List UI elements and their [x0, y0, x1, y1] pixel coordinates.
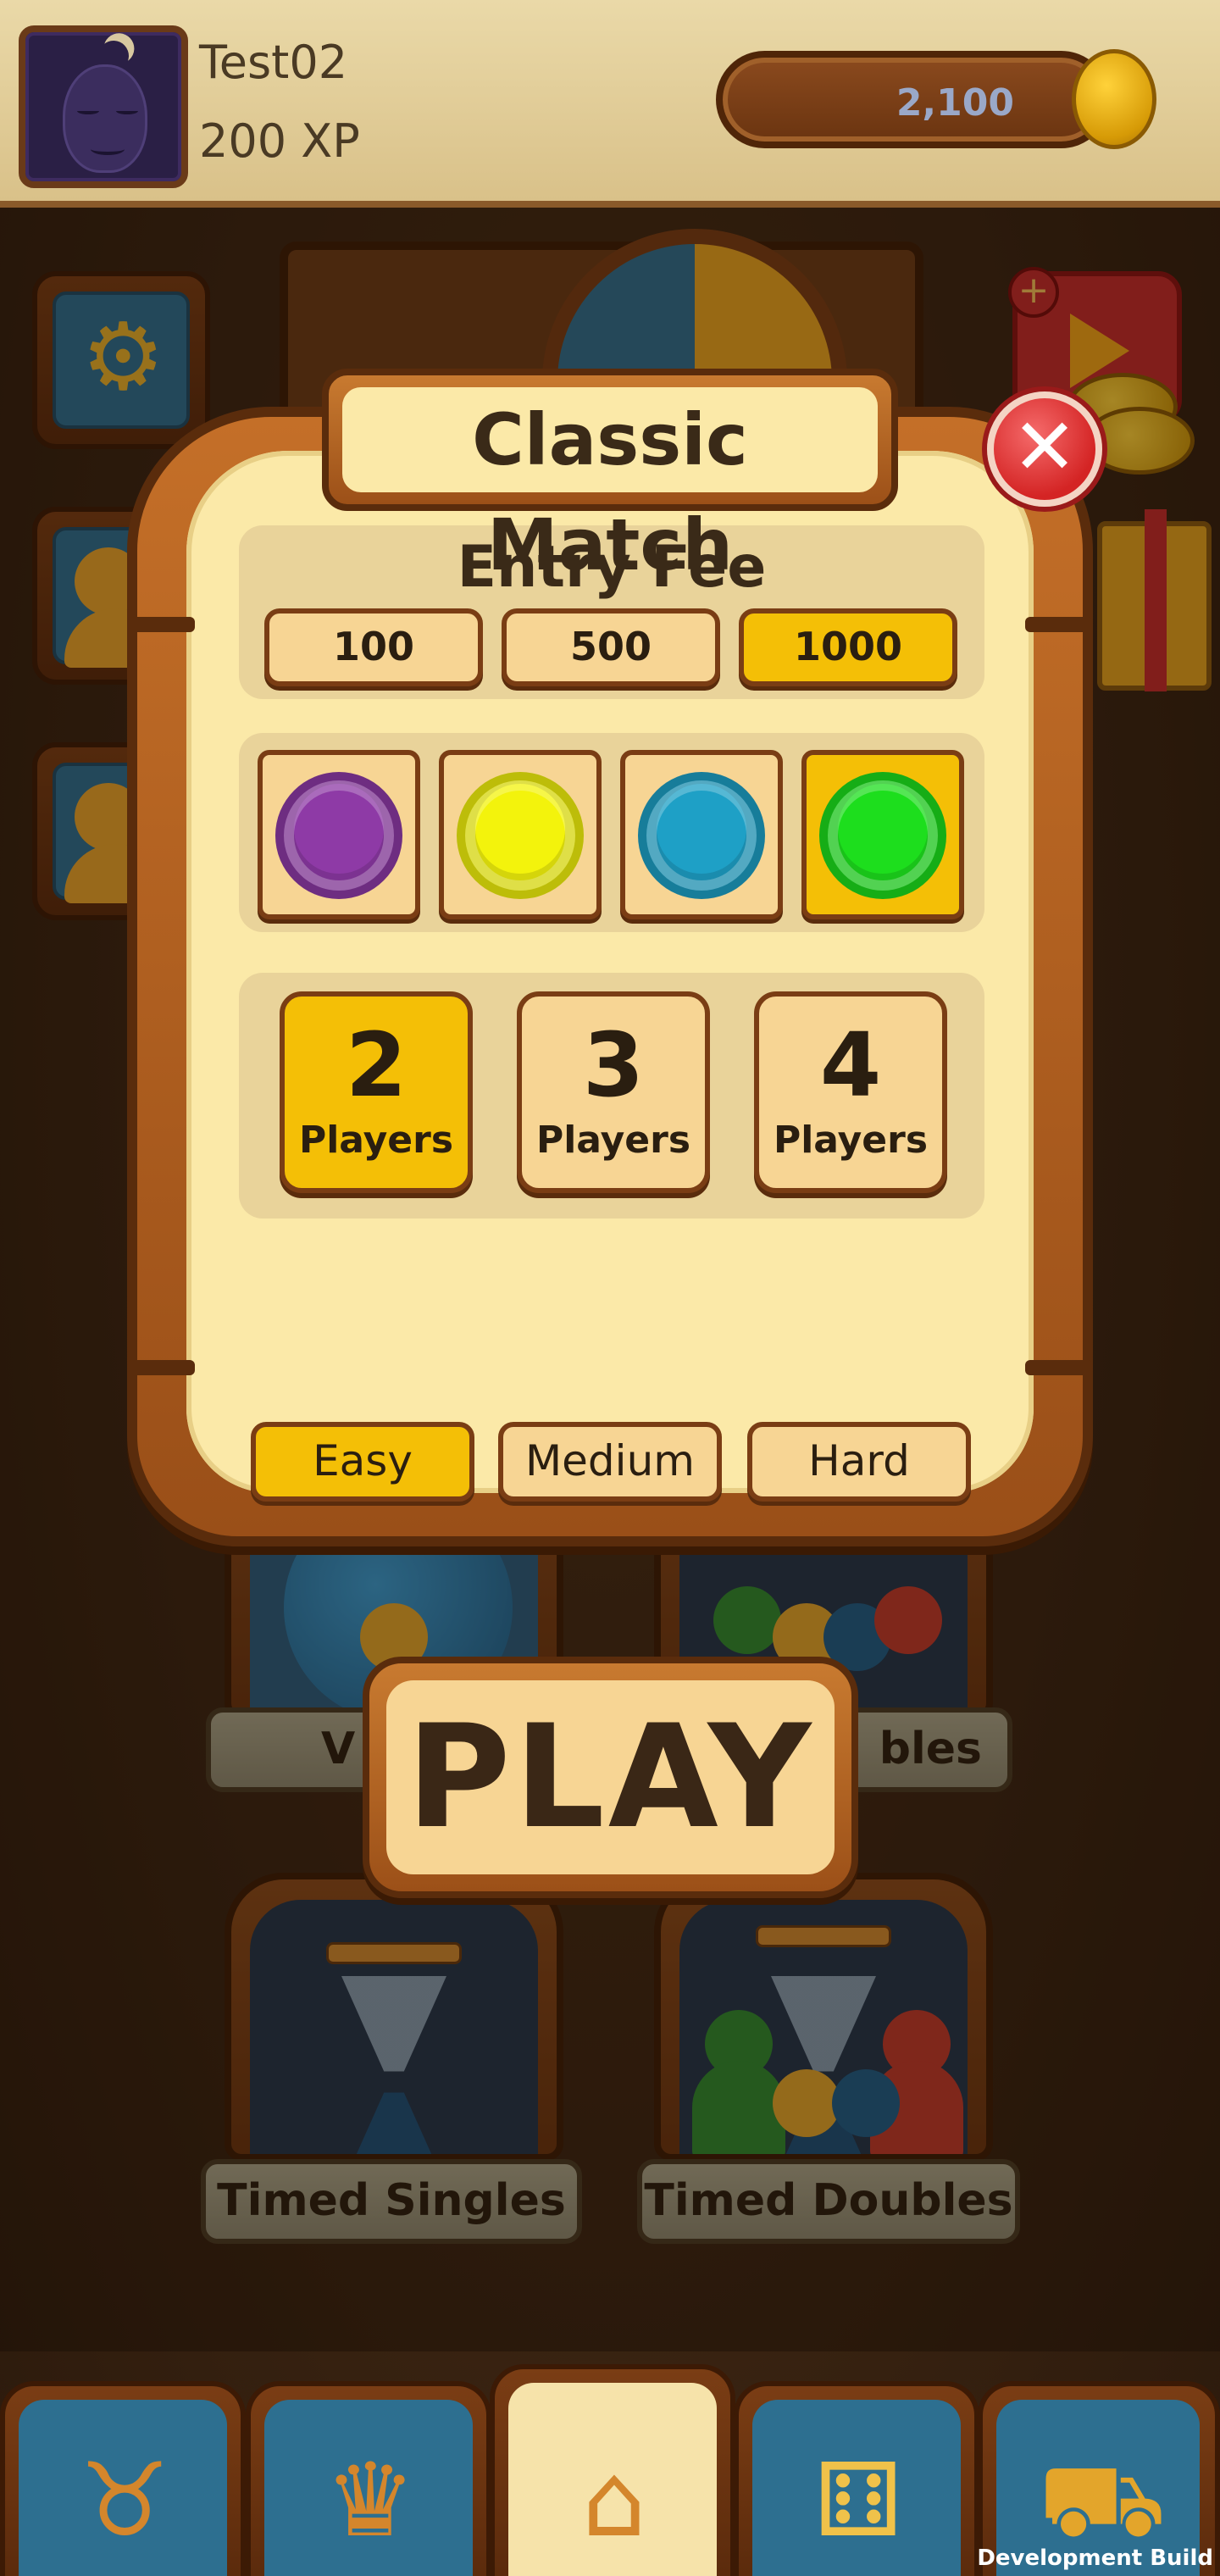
avatar[interactable]	[19, 25, 188, 188]
development-build-label: Development Build	[977, 2545, 1213, 2571]
mask-face-icon	[63, 64, 147, 173]
nav-tab-leaderboard[interactable]: ♛	[246, 2381, 491, 2576]
play-button[interactable]: PLAY	[363, 1657, 858, 1898]
bottom-nav: ♉ ♛ ⌂ ⚅ ⛟ Development Build	[0, 2364, 1220, 2576]
blue-token-icon	[638, 772, 765, 899]
bull-icon: ♉	[79, 2442, 170, 2560]
players-count: 4	[819, 1013, 882, 1117]
difficulty-hard-button[interactable]: Hard	[747, 1422, 971, 1502]
entry-fee-500-button[interactable]: 500	[502, 608, 720, 686]
yellow-token-icon	[457, 772, 584, 899]
player-xp: 200 XP	[199, 114, 360, 168]
entry-fee-100-button[interactable]: 100	[264, 608, 483, 686]
color-select-section	[239, 733, 984, 932]
difficulty-section: Easy Medium Hard	[239, 1407, 984, 1508]
players-section: 2 Players 3 Players 4 Players	[239, 973, 984, 1219]
color-yellow-button[interactable]	[439, 750, 602, 919]
color-green-button[interactable]	[801, 750, 964, 919]
play-label: PLAY	[386, 1680, 835, 1874]
player-name: Test02	[199, 36, 348, 89]
green-token-icon	[819, 772, 946, 899]
dialog-title-plate: Classic Match	[322, 369, 898, 586]
top-bar: Test02 200 XP 2,100	[0, 0, 1220, 208]
players-label: Players	[535, 1119, 691, 1162]
three-players-button[interactable]: 3 Players	[517, 991, 710, 1193]
players-label: Players	[298, 1119, 454, 1162]
close-button[interactable]: ✕	[987, 391, 1102, 507]
nav-tab-home[interactable]: ⌂	[490, 2364, 735, 2576]
players-count: 2	[345, 1013, 408, 1117]
color-purple-button[interactable]	[258, 750, 420, 919]
hut-icon: ⌂	[581, 2442, 647, 2560]
entry-fee-1000-button[interactable]: 1000	[739, 608, 957, 686]
difficulty-medium-button[interactable]: Medium	[498, 1422, 722, 1502]
purple-token-icon	[275, 772, 402, 899]
color-blue-button[interactable]	[620, 750, 783, 919]
crown-icon: ♛	[324, 2442, 416, 2560]
players-count: 3	[582, 1013, 645, 1117]
players-label: Players	[773, 1119, 929, 1162]
difficulty-easy-button[interactable]: Easy	[251, 1422, 474, 1502]
four-players-button[interactable]: 4 Players	[754, 991, 947, 1193]
dialog-title: Classic Match	[342, 387, 878, 586]
nav-tab-games[interactable]: ⚅	[734, 2381, 979, 2576]
coin-balance[interactable]: 2,100	[716, 51, 1110, 148]
nav-tab-bull[interactable]: ♉	[0, 2381, 246, 2576]
close-icon: ✕	[1012, 402, 1078, 492]
two-players-button[interactable]: 2 Players	[280, 991, 473, 1193]
coin-icon	[1072, 49, 1156, 149]
dice-icon: ⚅	[813, 2442, 903, 2560]
coin-value: 2,100	[896, 81, 1014, 125]
